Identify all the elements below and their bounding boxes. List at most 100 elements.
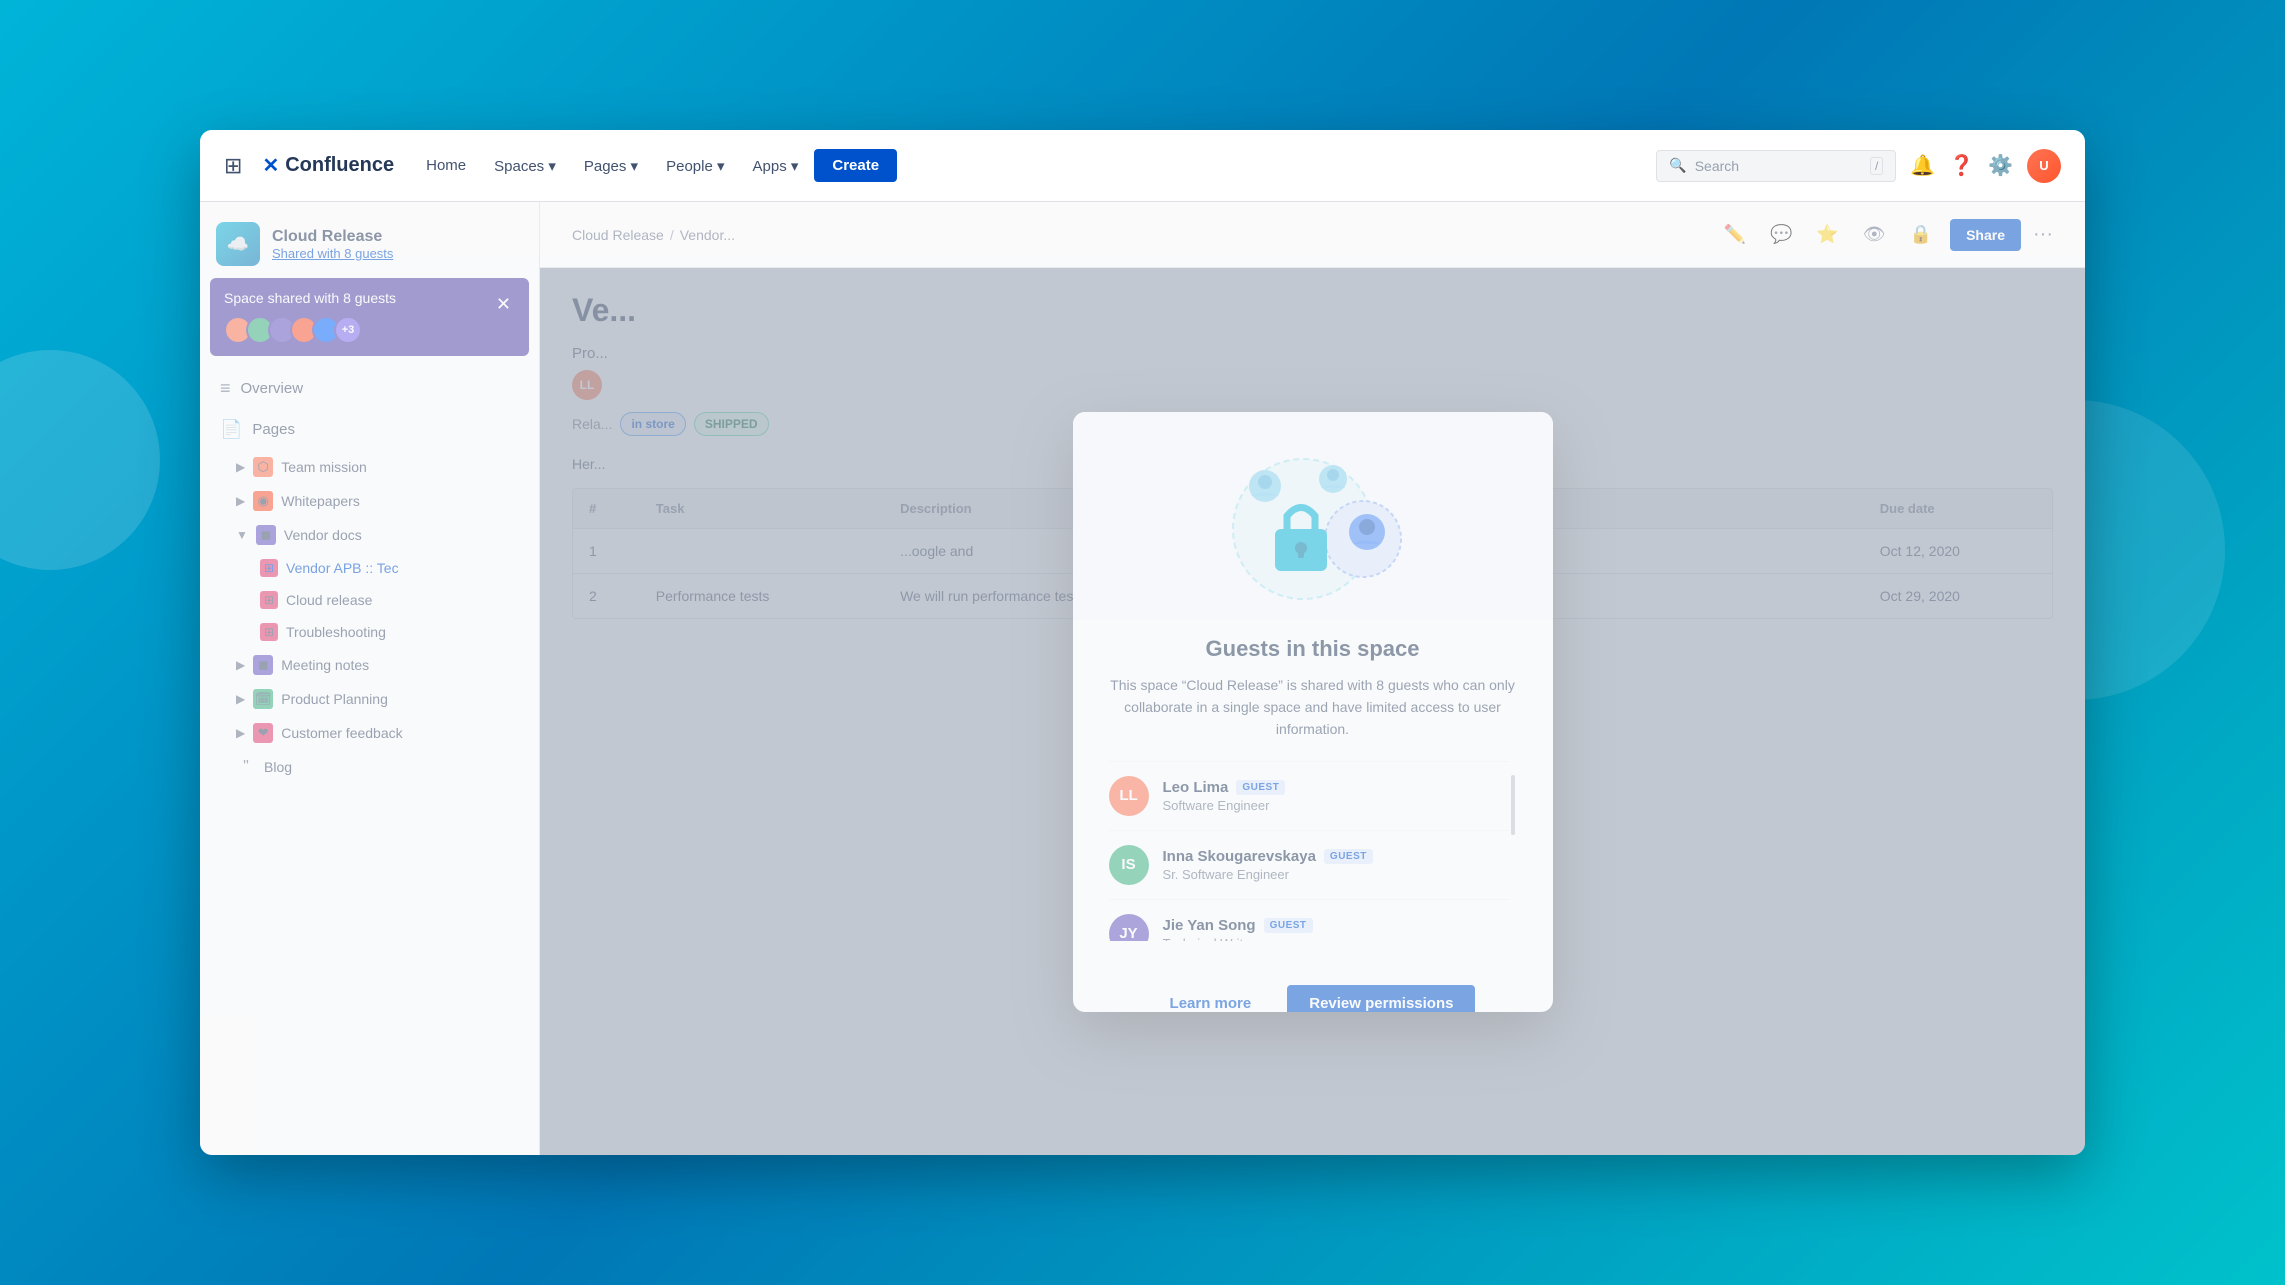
watch-button[interactable]: 👁 xyxy=(1857,218,1892,251)
share-button[interactable]: Share xyxy=(1950,219,2021,251)
guest-avatar-leo: LL xyxy=(1109,776,1149,816)
star-button[interactable]: ⭐ xyxy=(1810,218,1844,251)
vendor-apb-label: Vendor APB :: Tec xyxy=(286,560,399,576)
notification-icon[interactable]: 🔔 xyxy=(1910,153,1935,178)
guest-item-3: JY Jie Yan Song GUEST Technical Writer xyxy=(1109,900,1509,941)
guest-avatar-4 xyxy=(290,316,318,344)
tree-customer-feedback[interactable]: ▶ ❤ Customer feedback xyxy=(208,716,531,750)
top-navigation: ⊞ ✕ Confluence Home Spaces ▾ Pages ▾ Peo… xyxy=(200,130,2085,202)
col-desc: Description xyxy=(884,489,1864,529)
tree-troubleshooting[interactable]: ⊞ Troubleshooting xyxy=(208,616,531,648)
row1-num: 1 xyxy=(573,529,640,574)
chevron-icon: ▶ xyxy=(236,494,245,508)
contrib-avatar-1: LL xyxy=(572,370,602,400)
space-avatar: ☁️ xyxy=(216,222,260,266)
breadcrumb-space: Cloud Release xyxy=(572,227,664,243)
confluence-logo[interactable]: ✕ Confluence xyxy=(262,153,394,178)
restrict-button[interactable]: 🔒 xyxy=(1904,218,1938,251)
space-guests-link[interactable]: Shared with 8 guests xyxy=(272,246,393,261)
cloud-release-icon: ⊞ xyxy=(260,591,278,609)
guest-role-inna: Sr. Software Engineer xyxy=(1163,867,1373,882)
user-avatar[interactable]: U xyxy=(2027,149,2061,183)
customer-feedback-label: Customer feedback xyxy=(281,725,402,741)
contributor-avatars: LL xyxy=(572,370,602,400)
chevron-icon: ▶ xyxy=(236,460,245,474)
table-row: 2 Performance tests We will run performa… xyxy=(573,574,2052,619)
product-planning-icon: 🗓 xyxy=(253,689,273,709)
nav-spaces[interactable]: Spaces ▾ xyxy=(482,151,568,181)
vendor-apb-icon: ⊞ xyxy=(260,559,278,577)
pages-icon: 📄 xyxy=(220,419,242,440)
space-avatar-icon: ☁️ xyxy=(227,234,249,255)
overview-label: Overview xyxy=(241,380,304,397)
row2-desc: We will run performance tests on the bul… xyxy=(884,574,1864,619)
guest-banner-avatars: +3 xyxy=(224,316,396,344)
sidebar-tree: ▶ ⬡ Team mission ▶ ◉ Whitepapers ▼ ◼ Ven… xyxy=(200,450,539,784)
guest-banner: Space shared with 8 guests +3 ✕ xyxy=(210,278,529,356)
guest-badge-jie: GUEST xyxy=(1264,918,1313,933)
page-actions: ✏️ 💬 ⭐ 👁 🔒 Share ··· xyxy=(1718,218,2053,251)
sidebar: ☁️ Cloud Release Shared with 8 guests Sp… xyxy=(200,202,540,1155)
review-permissions-button[interactable]: Review permissions xyxy=(1287,985,1475,1012)
tree-meeting-notes[interactable]: ▶ ◼ Meeting notes xyxy=(208,648,531,682)
learn-more-button[interactable]: Learn more xyxy=(1150,985,1272,1012)
guest-name-inna: Inna Skougarevskaya xyxy=(1163,848,1316,865)
page-header: Cloud Release / Vendor... ✏️ 💬 ⭐ 👁 🔒 Sha… xyxy=(540,202,2085,268)
edit-button[interactable]: ✏️ xyxy=(1718,218,1752,251)
grid-icon[interactable]: ⊞ xyxy=(224,153,242,179)
page-title: Ve... xyxy=(572,292,2053,329)
blog-label: Blog xyxy=(264,759,292,775)
create-button[interactable]: Create xyxy=(814,149,897,182)
overview-icon: ≡ xyxy=(220,378,231,399)
tree-cloud-release[interactable]: ⊞ Cloud release xyxy=(208,584,531,616)
modal-title: Guests in this space xyxy=(1109,636,1517,662)
troubleshooting-icon: ⊞ xyxy=(260,623,278,641)
scrollbar-container xyxy=(1509,761,1517,941)
tree-vendor-apb[interactable]: ⊞ Vendor APB :: Tec xyxy=(208,552,531,584)
status-area: Rela... in store SHIPPED xyxy=(572,412,2053,436)
requirements-table: # Task Description Due date 1 ...oogle a… xyxy=(572,488,2053,619)
chevron-icon: ▶ xyxy=(236,726,245,740)
guest-name-jie: Jie Yan Song xyxy=(1163,917,1256,934)
guest-avatar-inna: IS xyxy=(1109,845,1149,885)
guests-illustration xyxy=(1203,444,1423,604)
scrollbar-thumb xyxy=(1511,775,1515,835)
guest-avatar-2 xyxy=(246,316,274,344)
guest-list-container: LL Leo Lima GUEST Software Engineer xyxy=(1109,761,1517,941)
sidebar-pages[interactable]: 📄 Pages xyxy=(208,409,531,450)
col-num: # xyxy=(573,489,640,529)
settings-icon[interactable]: ⚙️ xyxy=(1988,153,2013,178)
row1-task xyxy=(640,529,884,574)
tree-team-mission[interactable]: ▶ ⬡ Team mission xyxy=(208,450,531,484)
nav-home[interactable]: Home xyxy=(414,151,478,180)
chevron-icon: ▶ xyxy=(236,658,245,672)
guests-modal: Guests in this space This space “Cloud R… xyxy=(1073,412,1553,1012)
page-body: Ve... Pro... LL Rela... in store SHIPPED… xyxy=(540,268,2085,1155)
sidebar-overview[interactable]: ≡ Overview xyxy=(208,368,531,409)
guest-info-inna: Inna Skougarevskaya GUEST Sr. Software E… xyxy=(1163,848,1373,882)
chevron-icon: ▼ xyxy=(236,528,248,542)
chevron-icon: ▶ xyxy=(236,692,245,706)
search-bar[interactable]: 🔍 Search / xyxy=(1656,150,1896,182)
tree-product-planning[interactable]: ▶ 🗓 Product Planning xyxy=(208,682,531,716)
nav-apps[interactable]: Apps ▾ xyxy=(741,151,811,181)
status-instore: in store xyxy=(620,412,685,436)
more-options-button[interactable]: ··· xyxy=(2033,223,2053,246)
top-nav-items: Home Spaces ▾ Pages ▾ People ▾ Apps ▾ Cr… xyxy=(414,149,1636,182)
cloud-release-label: Cloud release xyxy=(286,592,372,608)
tree-whitepapers[interactable]: ▶ ◉ Whitepapers xyxy=(208,484,531,518)
nav-people[interactable]: People ▾ xyxy=(654,151,736,181)
help-icon[interactable]: ❓ xyxy=(1949,153,1974,178)
nav-pages[interactable]: Pages ▾ xyxy=(572,151,650,181)
guest-banner-close-button[interactable]: ✕ xyxy=(492,290,515,319)
breadcrumb: Cloud Release / Vendor... xyxy=(572,227,735,243)
guest-item-2: IS Inna Skougarevskaya GUEST Sr. Softwar… xyxy=(1109,831,1509,900)
guest-avatar-jie: JY xyxy=(1109,914,1149,941)
bg-circle-left xyxy=(0,350,160,570)
product-planning-label: Product Planning xyxy=(281,691,388,707)
comment-button[interactable]: 💬 xyxy=(1764,218,1798,251)
customer-feedback-icon: ❤ xyxy=(253,723,273,743)
space-info: Cloud Release Shared with 8 guests xyxy=(272,228,393,261)
tree-vendor-docs[interactable]: ▼ ◼ Vendor docs xyxy=(208,518,531,552)
tree-blog[interactable]: " Blog xyxy=(208,750,531,784)
